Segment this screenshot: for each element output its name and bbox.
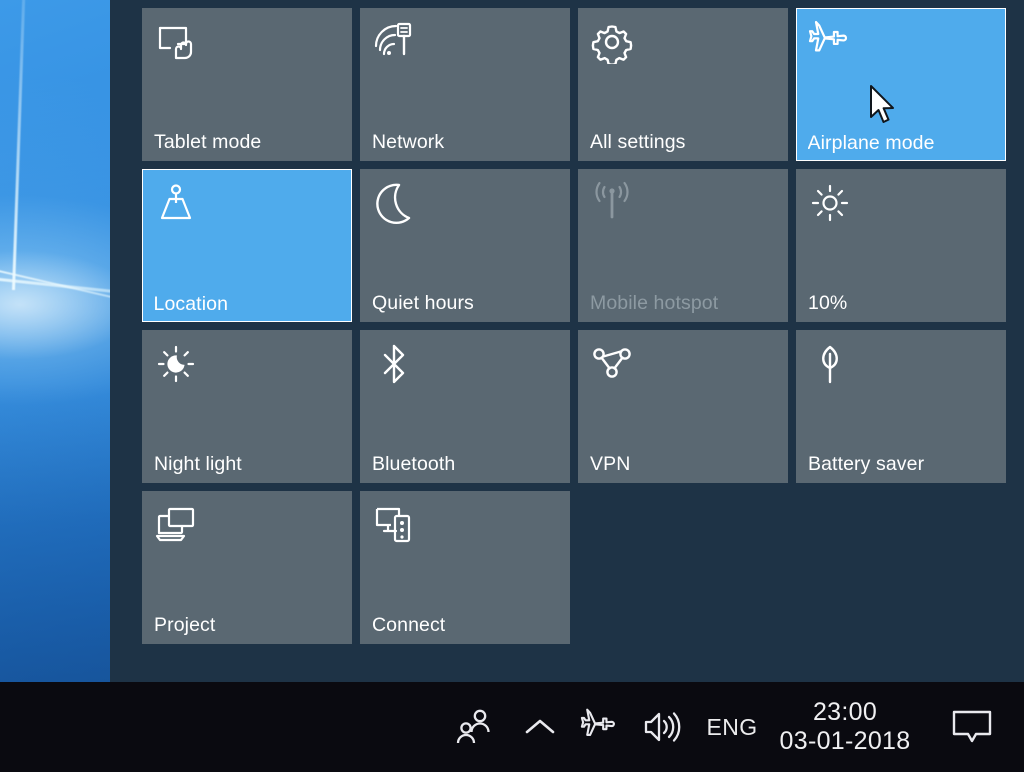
connect-devices-icon (372, 503, 416, 547)
volume-button[interactable] (632, 682, 694, 772)
tile-connect[interactable]: Connect (360, 491, 570, 644)
clock-date: 03-01-2018 (779, 727, 911, 755)
tile-label: Tablet mode (154, 131, 262, 153)
tile-vpn[interactable]: VPN (578, 330, 788, 483)
bluetooth-icon (372, 342, 416, 386)
tile-label: Network (372, 131, 445, 153)
taskbar: ENG 23:00 03-01-2018 (0, 682, 1024, 772)
vpn-nodes-icon (590, 342, 634, 386)
gear-icon (590, 20, 634, 64)
night-light-icon (154, 342, 198, 386)
tile-label: All settings (590, 131, 686, 153)
tablet-mode-icon (154, 20, 198, 64)
speech-bubble-icon (950, 707, 994, 747)
tile-grid-empty-slot-1 (578, 491, 788, 644)
tile-label: Quiet hours (372, 292, 474, 314)
tile-tablet-mode[interactable]: Tablet mode (142, 8, 352, 161)
tile-label: Night light (154, 453, 242, 475)
tile-label: Airplane mode (807, 131, 935, 154)
wallpaper-ray-vertical (12, 0, 26, 291)
tile-location[interactable]: Location (142, 169, 352, 322)
tile-battery-saver[interactable]: Battery saver (796, 330, 1006, 483)
language-indicator[interactable]: ENG (694, 682, 770, 772)
tile-brightness[interactable]: 10% (796, 169, 1006, 322)
airplane-icon (808, 20, 852, 64)
tile-quiet-hours[interactable]: Quiet hours (360, 169, 570, 322)
tile-label: Mobile hotspot (590, 292, 719, 314)
action-center-button[interactable] (920, 682, 1024, 772)
tile-label: Battery saver (808, 453, 925, 475)
people-icon (454, 707, 496, 747)
tile-all-settings[interactable]: All settings (578, 8, 788, 161)
airplane-mode-tray-button[interactable] (570, 682, 632, 772)
show-hidden-icons-button[interactable] (510, 682, 570, 772)
tile-label: Connect (372, 614, 446, 636)
tile-label: VPN (590, 453, 631, 475)
tile-airplane-mode[interactable]: Airplane mode (796, 8, 1006, 161)
tile-mobile-hotspot[interactable]: Mobile hotspot (578, 169, 788, 322)
system-tray: ENG 23:00 03-01-2018 (440, 682, 1024, 772)
tile-label: 10% (808, 292, 848, 314)
leaf-icon (808, 342, 852, 386)
brightness-sun-icon (808, 181, 852, 225)
action-center-panel: Tablet mode Network All settings Airplan… (110, 0, 1024, 682)
tile-network[interactable]: Network (360, 8, 570, 161)
tile-label: Project (154, 614, 216, 636)
tile-grid-empty-slot-2 (796, 491, 1006, 644)
tile-label: Bluetooth (372, 453, 456, 475)
chevron-up-icon (523, 715, 557, 739)
moon-icon (372, 181, 416, 225)
people-button[interactable] (440, 682, 510, 772)
clock[interactable]: 23:00 03-01-2018 (770, 682, 920, 772)
screen: Tablet mode Network All settings Airplan… (0, 0, 1024, 772)
project-screens-icon (154, 503, 198, 547)
tile-project[interactable]: Project (142, 491, 352, 644)
volume-speaker-icon (642, 709, 684, 745)
airplane-icon (580, 707, 622, 747)
quick-action-tile-grid: Tablet mode Network All settings Airplan… (142, 8, 1014, 644)
tile-bluetooth[interactable]: Bluetooth (360, 330, 570, 483)
location-person-icon (154, 181, 198, 225)
tile-night-light[interactable]: Night light (142, 330, 352, 483)
network-wifi-icon (372, 20, 416, 64)
tile-label: Location (153, 292, 229, 315)
clock-time: 23:00 (812, 697, 878, 726)
hotspot-icon (590, 181, 634, 225)
